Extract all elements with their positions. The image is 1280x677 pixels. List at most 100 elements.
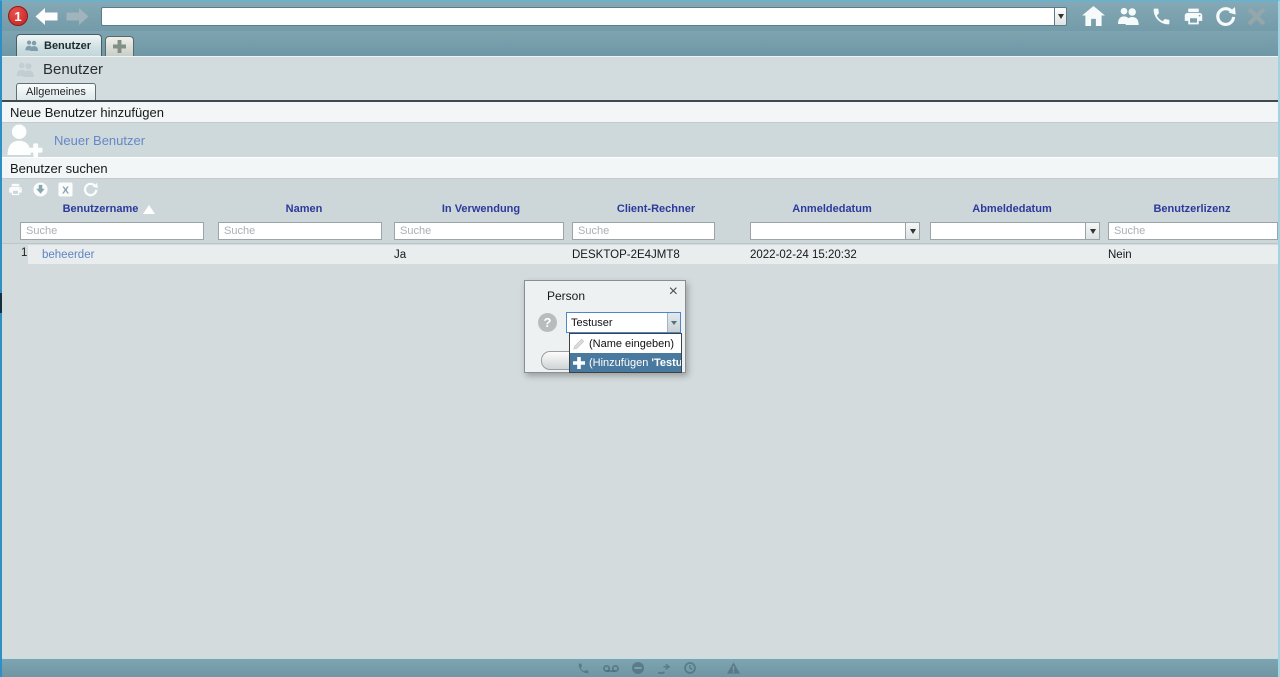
cell-client-rechner: DESKTOP-2E4JMT8 xyxy=(570,245,742,264)
refresh-icon xyxy=(1215,6,1236,27)
refresh-icon xyxy=(83,182,98,197)
help-icon: ? xyxy=(538,313,557,332)
new-user-link[interactable]: Neuer Benutzer xyxy=(54,133,145,148)
person-name-input[interactable] xyxy=(567,313,667,332)
address-input[interactable] xyxy=(101,7,1054,26)
chevron-down-icon xyxy=(910,229,916,234)
voicemail-icon xyxy=(603,664,619,673)
forward-icon xyxy=(66,8,89,25)
export-download-button[interactable] xyxy=(32,181,49,198)
table-toolbar: X xyxy=(2,179,1278,199)
users-icon xyxy=(24,40,39,51)
column-header-in-verwendung[interactable]: In Verwendung xyxy=(392,199,570,219)
phone-forward-icon xyxy=(657,663,671,674)
phone-icon xyxy=(1151,6,1172,27)
close-window-button[interactable] xyxy=(1247,7,1266,26)
bottom-status-bar xyxy=(2,658,1278,677)
tab-label: Benutzer xyxy=(44,40,91,52)
tab-allgemeines[interactable]: Allgemeines xyxy=(16,83,96,100)
cell-in-verwendung: Ja xyxy=(392,245,570,264)
history-icon xyxy=(684,662,696,674)
table-row[interactable]: 1 beheerder Ja DESKTOP-2E4JMT8 2022-02-2… xyxy=(2,245,1278,264)
print-icon xyxy=(1183,6,1204,27)
warning-icon xyxy=(727,662,740,674)
combo-dropdown-button[interactable] xyxy=(667,313,680,332)
plus-icon xyxy=(573,357,585,369)
home-button[interactable] xyxy=(1082,6,1105,27)
column-header-benutzername[interactable]: Benutzername xyxy=(2,199,216,219)
sub-tab-strip: Allgemeines xyxy=(2,82,1278,100)
add-user-panel: Neuer Benutzer xyxy=(2,123,1278,157)
combo-option-list: (Name eingeben) (Hinzufügen 'Testuser' xyxy=(569,333,682,373)
tab-strip: Benutzer xyxy=(2,31,1278,56)
home-icon xyxy=(1082,6,1105,27)
notification-badge: 1 xyxy=(8,6,28,26)
page-header: Benutzer xyxy=(2,56,1278,82)
top-navigation-bar: 1 xyxy=(2,1,1278,31)
page-title: Benutzer xyxy=(43,61,103,78)
plus-icon xyxy=(113,40,126,53)
row-number: 1 xyxy=(21,247,27,259)
print-icon xyxy=(8,182,23,197)
back-button[interactable] xyxy=(33,5,59,27)
person-dialog: Person × ? (Name eingeben) (Hinzufügen '… xyxy=(524,280,686,373)
select-value xyxy=(751,223,905,239)
column-header-client-rechner[interactable]: Client-Rechner xyxy=(570,199,742,219)
address-dropdown-button[interactable] xyxy=(1054,7,1067,26)
chevron-down-icon xyxy=(1058,14,1064,19)
filter-client-rechner-input[interactable] xyxy=(572,222,715,240)
filter-anmeldedatum-select[interactable] xyxy=(750,222,920,240)
users-icon xyxy=(15,62,35,77)
column-header-benutzerlizenz[interactable]: Benutzerlizenz xyxy=(1102,199,1280,219)
filter-benutzername-input[interactable] xyxy=(20,222,204,240)
export-download-icon xyxy=(33,182,48,197)
cell-benutzerlizenz: Nein xyxy=(1102,245,1280,264)
close-icon xyxy=(1247,7,1266,26)
tab-benutzer[interactable]: Benutzer xyxy=(16,34,102,56)
dialog-title: Person xyxy=(547,289,585,303)
select-value xyxy=(931,223,1085,239)
column-header-abmeldedatum[interactable]: Abmeldedatum xyxy=(922,199,1102,219)
excel-icon: X xyxy=(58,182,73,197)
section-header-add-users: Neue Benutzer hinzufügen xyxy=(2,102,1278,123)
option-add-testuser[interactable]: (Hinzufügen 'Testuser' xyxy=(570,353,681,372)
select-dropdown-button[interactable] xyxy=(1085,223,1099,239)
chevron-down-icon xyxy=(671,321,677,325)
add-tab-button[interactable] xyxy=(105,36,134,56)
excel-export-button[interactable]: X xyxy=(57,181,74,198)
topbar-actions xyxy=(1076,6,1272,27)
option-enter-name[interactable]: (Name eingeben) xyxy=(570,334,681,353)
phone-button[interactable] xyxy=(1151,6,1172,27)
table-filter-row xyxy=(2,219,1278,244)
table-header-row: Benutzername Namen In Verwendung Client-… xyxy=(2,199,1278,219)
contacts-icon xyxy=(1116,7,1140,25)
phone-icon xyxy=(577,662,590,675)
pencil-icon xyxy=(573,338,585,350)
select-dropdown-button[interactable] xyxy=(905,223,919,239)
cell-benutzername[interactable]: beheerder xyxy=(28,245,216,264)
forward-button[interactable] xyxy=(64,5,90,27)
do-not-disturb-icon xyxy=(632,662,644,674)
cell-abmeldedatum xyxy=(922,245,1102,264)
refresh-table-button[interactable] xyxy=(82,181,99,198)
section-header-search-users: Benutzer suchen xyxy=(2,157,1278,179)
sort-ascending-icon xyxy=(143,205,155,214)
print-button[interactable] xyxy=(1183,6,1204,27)
back-icon xyxy=(35,8,58,25)
dialog-close-button[interactable]: × xyxy=(669,284,678,300)
print-table-button[interactable] xyxy=(7,181,24,198)
column-header-anmeldedatum[interactable]: Anmeldedatum xyxy=(742,199,922,219)
filter-benutzerlizenz-input[interactable] xyxy=(1108,222,1278,240)
filter-in-verwendung-input[interactable] xyxy=(394,222,564,240)
window-edge-marker xyxy=(0,293,2,313)
filter-namen-input[interactable] xyxy=(218,222,382,240)
address-bar-group xyxy=(101,7,1067,26)
refresh-button[interactable] xyxy=(1215,6,1236,27)
contacts-button[interactable] xyxy=(1116,7,1140,25)
svg-text:X: X xyxy=(62,185,69,196)
filter-abmeldedatum-select[interactable] xyxy=(930,222,1100,240)
chevron-down-icon xyxy=(1090,229,1096,234)
person-combobox xyxy=(566,312,681,333)
column-header-namen[interactable]: Namen xyxy=(216,199,392,219)
cell-namen xyxy=(216,245,392,264)
